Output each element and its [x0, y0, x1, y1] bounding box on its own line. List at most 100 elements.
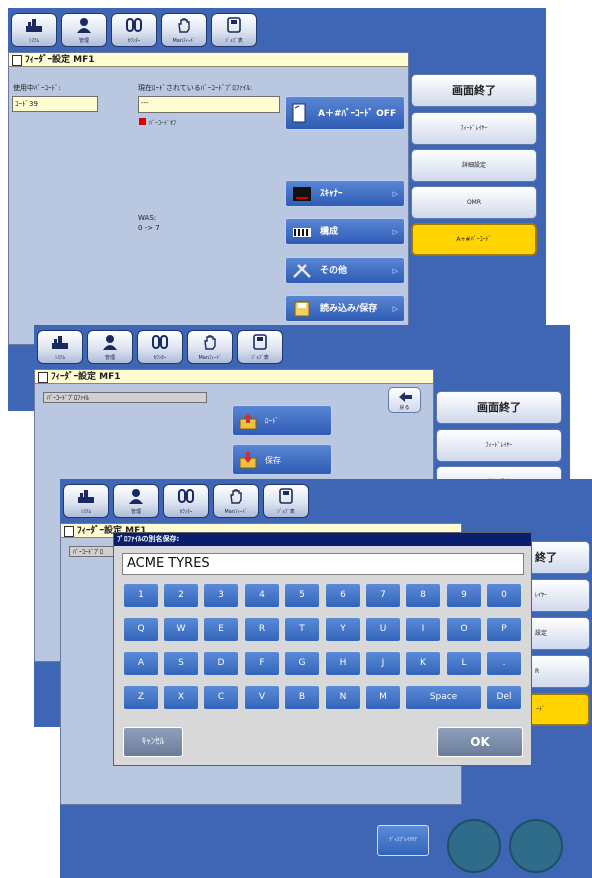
key-8[interactable]: 8 [405, 583, 441, 608]
cancel-button[interactable]: ｷｬﾝｾﾙ [123, 727, 183, 757]
key-space[interactable]: Space [405, 685, 482, 710]
loaded-profile-label: 現在ﾛｰﾄﾞされているﾊﾞｰｺｰﾄﾞﾌﾟﾛﾌｧｲﾙ: [138, 84, 253, 92]
toolbar-manual-feed-button[interactable]: Manﾌｨｰﾄﾞ [213, 484, 259, 518]
key-i[interactable]: I [405, 617, 441, 642]
key-2[interactable]: 2 [163, 583, 199, 608]
key-4[interactable]: 4 [244, 583, 280, 608]
key-h[interactable]: H [325, 651, 361, 676]
panel-title: ﾌｨｰﾀﾞｰ設定 MF1 [35, 370, 433, 384]
key-6[interactable]: 6 [325, 583, 361, 608]
top-toolbar: ｼｽﾃﾑ 管理 ｶｳﾝﾀｰ Manﾌｨｰﾄﾞ ｼﾞｮﾌﾞ表 [60, 479, 592, 523]
round-control-button-left[interactable] [447, 819, 501, 873]
exit-screen-button[interactable]: 画面終了 [436, 391, 562, 424]
scanner-icon [293, 187, 311, 201]
key-l[interactable]: L [446, 651, 482, 676]
save-profile-button[interactable]: 保存 [232, 444, 332, 475]
key-z[interactable]: Z [123, 685, 159, 710]
key-q[interactable]: Q [123, 617, 159, 642]
toolbar-system-button[interactable]: ｼｽﾃﾑ [63, 484, 109, 518]
barcode-in-use-label: 使用中ﾊﾞｰｺｰﾄﾞ: [13, 84, 61, 92]
toolbar-counter-button[interactable]: ｶｳﾝﾀｰ [137, 330, 183, 364]
display-clear-button[interactable]: ﾃﾞｨｽﾌﾟﾚｲｸﾘｱ [377, 825, 429, 856]
key-0[interactable]: 0 [486, 583, 522, 608]
key-f[interactable]: F [244, 651, 280, 676]
was-value: 0 -> 7 [138, 224, 160, 232]
key-b[interactable]: B [284, 685, 320, 710]
toolbar-admin-button[interactable]: 管理 [113, 484, 159, 518]
key-9[interactable]: 9 [446, 583, 482, 608]
barcode-in-use-field: ｺｰﾄﾞ39 [12, 96, 98, 112]
key-u[interactable]: U [365, 617, 401, 642]
toolbar-manual-feed-button[interactable]: Manﾌｨｰﾄﾞ [187, 330, 233, 364]
counter-icon [152, 335, 168, 349]
toolbar-counter-button[interactable]: ｶｳﾝﾀｰ [111, 13, 157, 47]
toolbar-job-list-button[interactable]: ｼﾞｮﾌﾞ表 [237, 330, 283, 364]
counter-icon [126, 18, 142, 32]
exit-screen-button[interactable]: 画面終了 [411, 74, 537, 107]
round-control-button-right[interactable] [509, 819, 563, 873]
key-a[interactable]: A [123, 651, 159, 676]
toolbar-manual-feed-button[interactable]: Manﾌｨｰﾄﾞ [161, 13, 207, 47]
key-s[interactable]: S [163, 651, 199, 676]
chevron-right-icon: ▷ [392, 228, 398, 236]
key-e[interactable]: E [203, 617, 239, 642]
key-x[interactable]: X [163, 685, 199, 710]
key-delete[interactable]: Del [486, 685, 522, 710]
key-5[interactable]: 5 [284, 583, 320, 608]
key-t[interactable]: T [284, 617, 320, 642]
toolbar-admin-button[interactable]: 管理 [61, 13, 107, 47]
barcode-toggle-button[interactable]: A＋#ﾊﾞｰｺｰﾄﾞ OFF [285, 96, 405, 130]
feeder-layer-button[interactable]: ﾌｨｰﾄﾞﾚｲﾔｰ [436, 429, 562, 462]
toolbar-job-list-button[interactable]: ｼﾞｮﾌﾞ表 [263, 484, 309, 518]
toolbar-job-list-button[interactable]: ｼﾞｮﾌﾞ表 [211, 13, 257, 47]
document-icon [38, 372, 48, 383]
key-o[interactable]: O [446, 617, 482, 642]
configuration-menu-button[interactable]: 構成 ▷ [285, 218, 405, 245]
document-icon [12, 55, 22, 66]
feeder-layer-button[interactable]: ﾌｨｰﾄﾞﾚｲﾔｰ [411, 112, 537, 145]
key-v[interactable]: V [244, 685, 280, 710]
key-w[interactable]: W [163, 617, 199, 642]
key-d[interactable]: D [203, 651, 239, 676]
hand-icon [178, 18, 190, 33]
barcode-off-indicator [139, 118, 146, 125]
scanner-menu-button[interactable]: ｽｷｬﾅｰ ▷ [285, 180, 405, 207]
key-n[interactable]: N [325, 685, 361, 710]
key-j[interactable]: J [365, 651, 401, 676]
arrow-left-icon [399, 392, 412, 402]
key-k[interactable]: K [405, 651, 441, 676]
folder-up-icon [239, 413, 257, 430]
system-icon [52, 336, 68, 349]
key-r[interactable]: R [244, 617, 280, 642]
counter-icon [178, 489, 194, 503]
load-profile-button[interactable]: ﾛｰﾄﾞ [232, 405, 332, 436]
key-p[interactable]: P [486, 617, 522, 642]
floppy-icon [294, 301, 310, 317]
save-as-dialog: ﾌﾟﾛﾌｧｲﾙの別名保存: ACME TYRES 1 2 3 4 5 6 7 8… [113, 532, 532, 766]
key-y[interactable]: Y [325, 617, 361, 642]
key-g[interactable]: G [284, 651, 320, 676]
settings-panel: ﾌｨｰﾀﾞｰ設定 MF1 使用中ﾊﾞｰｺｰﾄﾞ: ｺｰﾄﾞ39 現在ﾛｰﾄﾞされ… [8, 52, 409, 345]
toolbar-system-button[interactable]: ｼｽﾃﾑ [37, 330, 83, 364]
was-label: WAS: [138, 214, 157, 222]
profile-name-input[interactable]: ACME TYRES [122, 553, 524, 575]
toolbar-system-button[interactable]: ｼｽﾃﾑ [11, 13, 57, 47]
dialog-title: ﾌﾟﾛﾌｧｲﾙの別名保存: [114, 533, 531, 546]
key-3[interactable]: 3 [203, 583, 239, 608]
other-menu-button[interactable]: その他 ▷ [285, 257, 405, 284]
omr-button[interactable]: OMR [411, 186, 537, 219]
advanced-settings-button[interactable]: 詳細設定 [411, 149, 537, 182]
back-button[interactable]: 戻る [388, 387, 421, 413]
key-m[interactable]: M [365, 685, 401, 710]
key-c[interactable]: C [203, 685, 239, 710]
document-icon [64, 526, 74, 537]
load-save-menu-button[interactable]: 読み込み/保存 ▷ [285, 295, 405, 322]
key-1[interactable]: 1 [123, 583, 159, 608]
ok-button[interactable]: OK [437, 727, 523, 757]
key-period[interactable]: . [486, 651, 522, 676]
key-7[interactable]: 7 [365, 583, 401, 608]
toolbar-admin-button[interactable]: 管理 [87, 330, 133, 364]
barcode-button[interactable]: A+#ﾊﾞｰｺｰﾄﾞ [411, 223, 537, 256]
toolbar-counter-button[interactable]: ｶｳﾝﾀｰ [163, 484, 209, 518]
save-profile-as-window: ｼｽﾃﾑ 管理 ｶｳﾝﾀｰ Manﾌｨｰﾄﾞ ｼﾞｮﾌﾞ表 ﾌｨｰﾀﾞｰ設定 M… [60, 479, 592, 878]
